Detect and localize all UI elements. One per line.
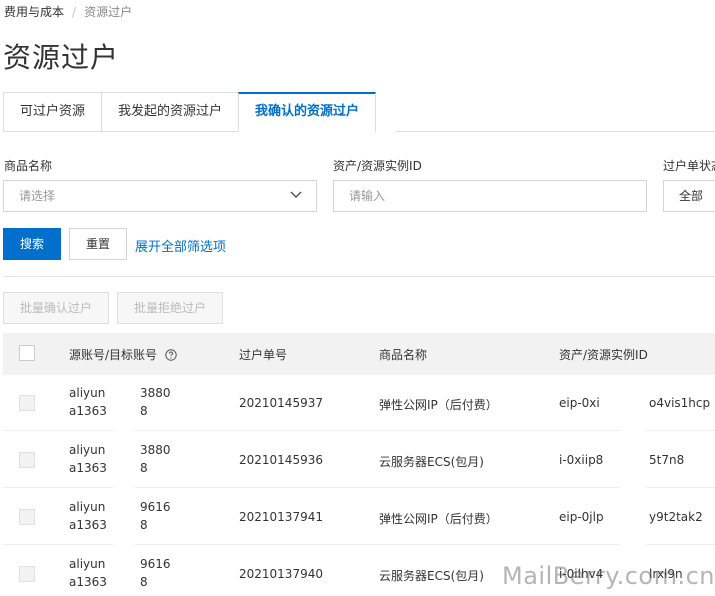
target-account: a1363 [69,518,107,532]
select-all-checkbox[interactable] [19,345,35,361]
target-account: a1363 [69,575,107,589]
tab-transferable-resources[interactable]: 可过户资源 [3,92,102,132]
transfer-order-id: 20210137941 [239,510,323,524]
section-divider [3,276,715,277]
help-icon[interactable] [165,349,177,361]
batch-confirm-button[interactable]: 批量确认过户 [3,292,109,324]
tab-bar: 可过户资源 我发起的资源过户 我确认的资源过户 [3,92,377,132]
column-header-account: 源账号/目标账号 [69,346,177,363]
target-account-tail: 8 [140,404,148,418]
instance-id-prefix: i-0xiip8 [559,453,604,467]
row-divider [3,544,715,545]
source-account: aliyun [69,443,106,457]
instance-id-prefix: eip-0xi [559,396,600,410]
target-account: a1363 [69,404,107,418]
search-button[interactable]: 搜索 [3,228,61,260]
source-account-tail: 9616 [140,500,171,514]
expand-filters-link[interactable]: 展开全部筛选项 [135,236,226,255]
column-header-order-id: 过户单号 [239,348,288,362]
row-divider [3,430,715,431]
watermark: MailBerry.com.cn [502,562,715,590]
target-account: a1363 [69,461,107,475]
instance-id-prefix: eip-0jlp [559,510,604,524]
row-divider [3,487,715,488]
source-account: aliyun [69,557,106,571]
breadcrumb: 费用与成本 / 资源过户 [4,3,132,20]
target-account-tail: 8 [140,575,148,589]
row-checkbox[interactable] [19,452,35,468]
source-account: aliyun [69,386,106,400]
transfer-order-id: 20210137940 [239,567,323,581]
instance-filter-label: 资产/资源实例ID [333,159,422,173]
instance-id-suffix: y9t2tak2 [649,510,703,524]
product-select-placeholder: 请选择 [19,189,56,203]
product-name: 云服务器ECS(包月) [379,455,484,469]
breadcrumb-root[interactable]: 费用与成本 [4,5,64,19]
instance-id-suffix: o4vis1hcp [649,396,711,410]
instance-id-suffix: 5t7n8 [649,453,685,467]
instance-id-placeholder: 请输入 [349,189,386,203]
status-select-value: 全部 [679,189,704,203]
target-account-tail: 8 [140,518,148,532]
tab-confirmed-transfers[interactable]: 我确认的资源过户 [238,92,377,132]
column-header-instance-id: 资产/资源实例ID [559,348,648,362]
redaction-mask [113,376,135,596]
source-account: aliyun [69,500,106,514]
product-name: 弹性公网IP（后付费） [379,512,498,526]
page-title: 资源过户 [3,41,120,74]
target-account-tail: 8 [140,461,148,475]
product-select[interactable]: 请选择 [3,180,317,212]
transfer-order-id: 20210145936 [239,453,323,467]
tab-divider-line [396,131,715,132]
row-checkbox[interactable] [19,566,35,582]
reset-button[interactable]: 重置 [69,228,127,260]
source-account-tail: 9616 [140,557,171,571]
source-account-tail: 3880 [140,443,171,457]
batch-reject-button[interactable]: 批量拒绝过户 [117,292,223,324]
product-name: 云服务器ECS(包月) [379,569,484,583]
status-select[interactable]: 全部 [663,180,715,212]
product-name: 弹性公网IP（后付费） [379,398,498,412]
instance-id-input[interactable]: 请输入 [333,180,647,212]
source-account-tail: 3880 [140,386,171,400]
chevron-down-icon [290,191,302,199]
transfer-order-id: 20210145937 [239,396,323,410]
tab-initiated-transfers[interactable]: 我发起的资源过户 [101,92,239,132]
status-filter-label: 过户单状态 [663,159,715,173]
breadcrumb-separator: / [72,5,77,19]
column-header-account-label: 源账号/目标账号 [69,348,158,362]
row-checkbox[interactable] [19,509,35,525]
column-header-product: 商品名称 [379,348,428,362]
row-checkbox[interactable] [19,395,35,411]
breadcrumb-current: 资源过户 [84,5,133,19]
product-filter-label: 商品名称 [4,159,53,173]
